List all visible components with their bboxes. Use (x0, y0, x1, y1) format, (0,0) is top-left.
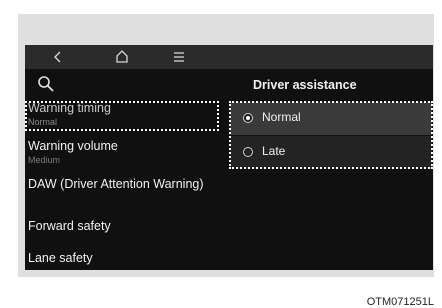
back-button[interactable] (47, 48, 69, 66)
highlight-box-options (229, 101, 433, 169)
menu-item-value: Medium (28, 155, 61, 165)
menu-button[interactable] (168, 48, 190, 66)
home-icon (116, 50, 128, 63)
search-button[interactable] (37, 75, 55, 93)
page-title: Driver assistance (253, 78, 357, 92)
menu-item-label: Warning volume (28, 139, 118, 153)
menu-item-lane-safety[interactable]: Lane safety (25, 251, 223, 270)
menu-item-forward-safety[interactable]: Forward safety (25, 219, 223, 241)
menu-item-label: Forward safety (28, 219, 111, 233)
search-icon (38, 76, 54, 92)
infotainment-screen: Driver assistance Warning timing Normal … (25, 45, 433, 270)
highlight-box-warning-timing (25, 101, 219, 131)
top-bar (25, 45, 433, 69)
menu-icon (174, 52, 184, 62)
menu-item-warning-volume[interactable]: Warning volume Medium (25, 139, 223, 172)
menu-item-daw[interactable]: DAW (Driver Attention Warning) (25, 177, 223, 215)
chevron-left-icon (54, 51, 61, 63)
figure-caption: OTM071251L (366, 296, 434, 308)
menu-item-label: DAW (Driver Attention Warning) (28, 177, 204, 191)
home-button[interactable] (111, 48, 133, 66)
menu-item-label: Lane safety (28, 251, 93, 265)
